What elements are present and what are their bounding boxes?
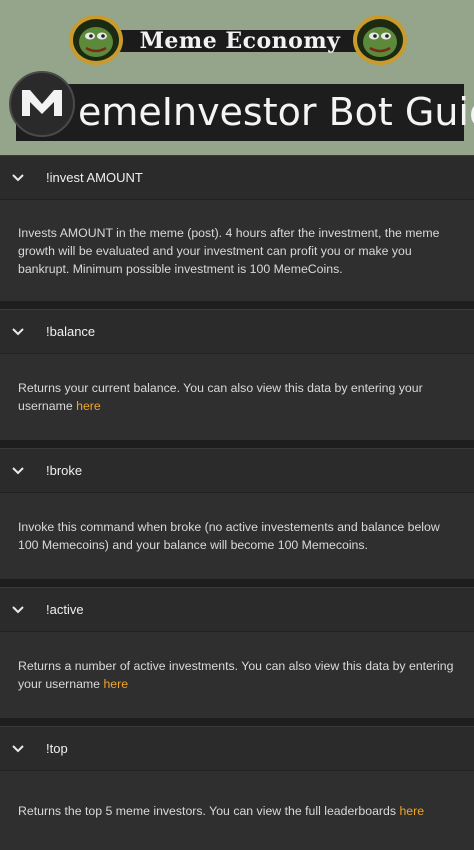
chevron-down-icon[interactable] bbox=[10, 170, 26, 186]
command-description: Invests AMOUNT in the meme (post). 4 hou… bbox=[0, 199, 474, 301]
memeinvestor-logo bbox=[8, 70, 76, 138]
command-title: !broke bbox=[46, 463, 83, 478]
chevron-down-icon[interactable] bbox=[10, 324, 26, 340]
header: Meme Economy emeInvestor Bot Guide bbox=[0, 0, 474, 155]
command-body-text: Invoke this command when broke (no activ… bbox=[18, 520, 440, 552]
banner-title: Meme Economy bbox=[139, 28, 341, 54]
bot-title-band: emeInvestor Bot Guide bbox=[0, 71, 474, 141]
bot-title: emeInvestor Bot Guide bbox=[78, 90, 474, 134]
meme-economy-banner: Meme Economy bbox=[68, 14, 408, 66]
command-section-broke: !broke Invoke this command when broke (n… bbox=[0, 448, 474, 587]
command-header-active[interactable]: !active bbox=[0, 587, 474, 631]
command-section-balance: !balance Returns your current balance. Y… bbox=[0, 309, 474, 448]
command-description: Invoke this command when broke (no activ… bbox=[0, 492, 474, 579]
section-divider bbox=[0, 440, 474, 448]
username-link[interactable]: here bbox=[103, 677, 128, 691]
command-header-balance[interactable]: !balance bbox=[0, 309, 474, 353]
command-header-broke[interactable]: !broke bbox=[0, 448, 474, 492]
command-body-text: Invests AMOUNT in the meme (post). 4 hou… bbox=[18, 225, 440, 276]
command-description: Returns a number of active investments. … bbox=[0, 631, 474, 718]
command-description: Returns the top 5 meme investors. You ca… bbox=[0, 770, 474, 850]
command-header-top[interactable]: !top bbox=[0, 726, 474, 770]
command-section-top: !top Returns the top 5 meme investors. Y… bbox=[0, 726, 474, 850]
command-header-invest[interactable]: !invest AMOUNT bbox=[0, 155, 474, 199]
command-title: !invest AMOUNT bbox=[46, 170, 143, 185]
command-body-text: Returns the top 5 meme investors. You ca… bbox=[18, 803, 397, 818]
section-divider bbox=[0, 579, 474, 587]
command-title: !active bbox=[46, 602, 84, 617]
command-title: !balance bbox=[46, 324, 96, 339]
leaderboards-link[interactable]: here bbox=[399, 804, 424, 818]
command-section-active: !active Returns a number of active inves… bbox=[0, 587, 474, 726]
chevron-down-icon[interactable] bbox=[10, 602, 26, 618]
section-divider bbox=[0, 718, 474, 726]
section-divider bbox=[0, 301, 474, 309]
pepe-icon bbox=[68, 14, 124, 66]
username-link[interactable]: here bbox=[76, 399, 101, 413]
command-body-text: Returns a number of active investments. … bbox=[18, 659, 454, 691]
command-title: !top bbox=[46, 741, 68, 756]
chevron-down-icon[interactable] bbox=[10, 463, 26, 479]
command-section-invest: !invest AMOUNT Invests AMOUNT in the mem… bbox=[0, 155, 474, 309]
chevron-down-icon[interactable] bbox=[10, 741, 26, 757]
pepe-icon bbox=[352, 14, 408, 66]
command-description: Returns your current balance. You can al… bbox=[0, 353, 474, 440]
